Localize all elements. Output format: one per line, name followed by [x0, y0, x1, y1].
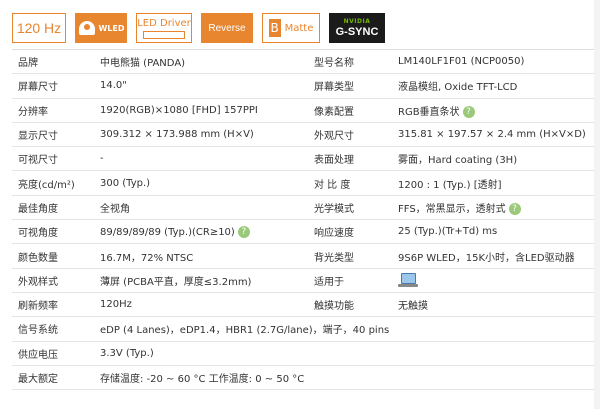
spec-value: 16.7M，72% NTSC: [100, 252, 194, 264]
spec-value: 无触摸: [398, 301, 428, 313]
spec-label: 刷新频率: [18, 301, 58, 313]
vertical-scrollbar[interactable]: [594, 0, 600, 409]
spec-label: 供应电压: [18, 349, 58, 361]
spec-label: 最佳角度: [18, 203, 58, 215]
wled-icon: [79, 21, 96, 35]
spec-row: 品牌 中电熊猫 (PANDA) 型号名称 LM140LF1F01 (NCP005…: [12, 50, 600, 75]
feature-badges: 120 Hz WLED LED Driver Reverse B Matte NV…: [12, 13, 385, 45]
badge-reverse-label: Reverse: [208, 22, 246, 34]
spec-value: 1200 : 1 (Typ.) [透射]: [398, 179, 502, 191]
help-icon[interactable]: ?: [462, 105, 475, 118]
spec-row: 可视尺寸 - 表面处理 雾面，Hard coating (3H): [12, 147, 600, 172]
spec-value: 3.3V (Typ.): [100, 347, 154, 359]
spec-value: 薄屏 (PCBA平直，厚度≤3.2mm): [100, 276, 252, 288]
spec-row: 外观样式 薄屏 (PCBA平直，厚度≤3.2mm) 适用于: [12, 269, 600, 293]
spec-row: 最佳角度 全视角 光学模式 FFS，常黑显示，透射式?: [12, 196, 600, 221]
badge-led-driver[interactable]: LED Driver: [136, 13, 192, 43]
spec-label: 显示尺寸: [18, 131, 58, 143]
help-icon[interactable]: ?: [237, 225, 250, 238]
spec-label: 适用于: [314, 276, 344, 288]
spec-row: 刷新频率 120Hz 触摸功能 无触摸: [12, 293, 600, 318]
spec-label: 品牌: [18, 58, 38, 70]
spec-label: 光学模式: [314, 203, 354, 215]
spec-label: 外观尺寸: [314, 131, 354, 143]
led-driver-icon: [143, 30, 185, 39]
spec-value: 雾面，Hard coating (3H): [398, 155, 518, 167]
spec-row: 可视角度 89/89/89/89 (Typ.)(CR≥10)? 响应速度 25 …: [12, 220, 600, 245]
spec-row: 屏幕尺寸 14.0" 屏幕类型 液晶模组, Oxide TFT-LCD: [12, 74, 600, 99]
spec-value-with-help: FFS，常黑显示，透射式?: [398, 200, 521, 215]
badge-wled-label: WLED: [98, 23, 125, 33]
spec-table: 品牌 中电熊猫 (PANDA) 型号名称 LM140LF1F01 (NCP005…: [12, 49, 600, 391]
spec-value: eDP (4 Lanes)，eDP1.4，HBR1 (2.7G/lane)，端子…: [100, 325, 390, 337]
badge-gsync[interactable]: NVIDIA G-SYNC: [329, 13, 385, 43]
spec-page: 120 Hz WLED LED Driver Reverse B Matte NV…: [0, 0, 600, 409]
spec-label: 对 比 度: [314, 179, 351, 191]
spec-value: 89/89/89/89 (Typ.)(CR≥10): [100, 226, 235, 238]
spec-label: 分辨率: [18, 106, 48, 118]
spec-value: 309.312 × 173.988 mm (H×V): [100, 129, 254, 141]
spec-value: 液晶模组, Oxide TFT-LCD: [398, 82, 518, 94]
spec-label: 响应速度: [314, 228, 354, 240]
spec-label: 屏幕尺寸: [18, 82, 58, 94]
spec-label: 可视角度: [18, 228, 58, 240]
spec-row: 最大额定 存储温度: -20 ~ 60 °C 工作温度: 0 ~ 50 °C: [12, 366, 600, 391]
spec-value: FFS，常黑显示，透射式: [398, 203, 506, 215]
spec-row: 亮度(cd/m²) 300 (Typ.) 对 比 度 1200 : 1 (Typ…: [12, 171, 600, 196]
badge-120hz-label: 120 Hz: [16, 20, 62, 36]
spec-value: RGB垂直条状: [398, 106, 460, 118]
badge-matte[interactable]: B Matte: [262, 13, 320, 43]
spec-label: 信号系统: [18, 325, 58, 337]
spec-value-with-help: RGB垂直条状?: [398, 103, 475, 118]
spec-label: 像素配置: [314, 106, 354, 118]
spec-value: 300 (Typ.): [100, 177, 151, 189]
spec-value: 存储温度: -20 ~ 60 °C 工作温度: 0 ~ 50 °C: [100, 374, 305, 385]
badge-gsync-label: G-SYNC: [335, 25, 379, 38]
spec-value: -: [100, 153, 104, 165]
badge-reverse[interactable]: Reverse: [201, 13, 253, 43]
spec-label: 颜色数量: [18, 252, 58, 264]
laptop-icon: [398, 273, 418, 288]
spec-row: 显示尺寸 309.312 × 173.988 mm (H×V) 外观尺寸 315…: [12, 123, 600, 148]
badge-matte-label: Matte: [284, 22, 314, 34]
spec-value-with-help: 89/89/89/89 (Typ.)(CR≥10)?: [100, 225, 250, 238]
spec-row: 颜色数量 16.7M，72% NTSC 背光类型 9S6P WLED，15K小时…: [12, 244, 600, 269]
spec-label: 背光类型: [314, 252, 354, 264]
spec-label: 最大额定: [18, 374, 58, 385]
spec-label: 屏幕类型: [314, 82, 354, 94]
spec-value: LM140LF1F01 (NCP0050): [398, 56, 525, 68]
help-icon[interactable]: ?: [508, 202, 521, 215]
spec-value: 14.0": [100, 80, 127, 92]
badge-120hz[interactable]: 120 Hz: [12, 13, 66, 43]
spec-label: 外观样式: [18, 276, 58, 288]
spec-label: 表面处理: [314, 155, 354, 167]
spec-row: 信号系统 eDP (4 Lanes)，eDP1.4，HBR1 (2.7G/lan…: [12, 317, 600, 342]
badge-wled[interactable]: WLED: [75, 13, 127, 43]
nvidia-logo: NVIDIA: [343, 17, 371, 25]
spec-value: 中电熊猫 (PANDA): [100, 58, 186, 70]
spec-label: 可视尺寸: [18, 155, 58, 167]
spec-label: 触摸功能: [314, 301, 354, 313]
spec-value: [398, 273, 418, 288]
spec-row: 分辨率 1920(RGB)×1080 [FHD] 157PPI 像素配置 RGB…: [12, 99, 600, 123]
spec-label: 型号名称: [314, 58, 354, 70]
spec-value: 1920(RGB)×1080 [FHD] 157PPI: [100, 104, 258, 116]
spec-value: 120Hz: [100, 299, 132, 311]
spec-row: 供应电压 3.3V (Typ.): [12, 342, 600, 366]
spec-value: 25 (Typ.)(Tr+Td) ms: [398, 226, 498, 238]
spec-value: 315.81 × 197.57 × 2.4 mm (H×V×D): [398, 129, 586, 141]
spec-label: 亮度(cd/m²): [18, 179, 75, 191]
badge-led-driver-label: LED Driver: [137, 17, 191, 29]
matte-icon: B: [268, 19, 281, 37]
spec-value: 全视角: [100, 203, 130, 215]
spec-value: 9S6P WLED，15K小时，含LED驱动器: [398, 252, 575, 264]
